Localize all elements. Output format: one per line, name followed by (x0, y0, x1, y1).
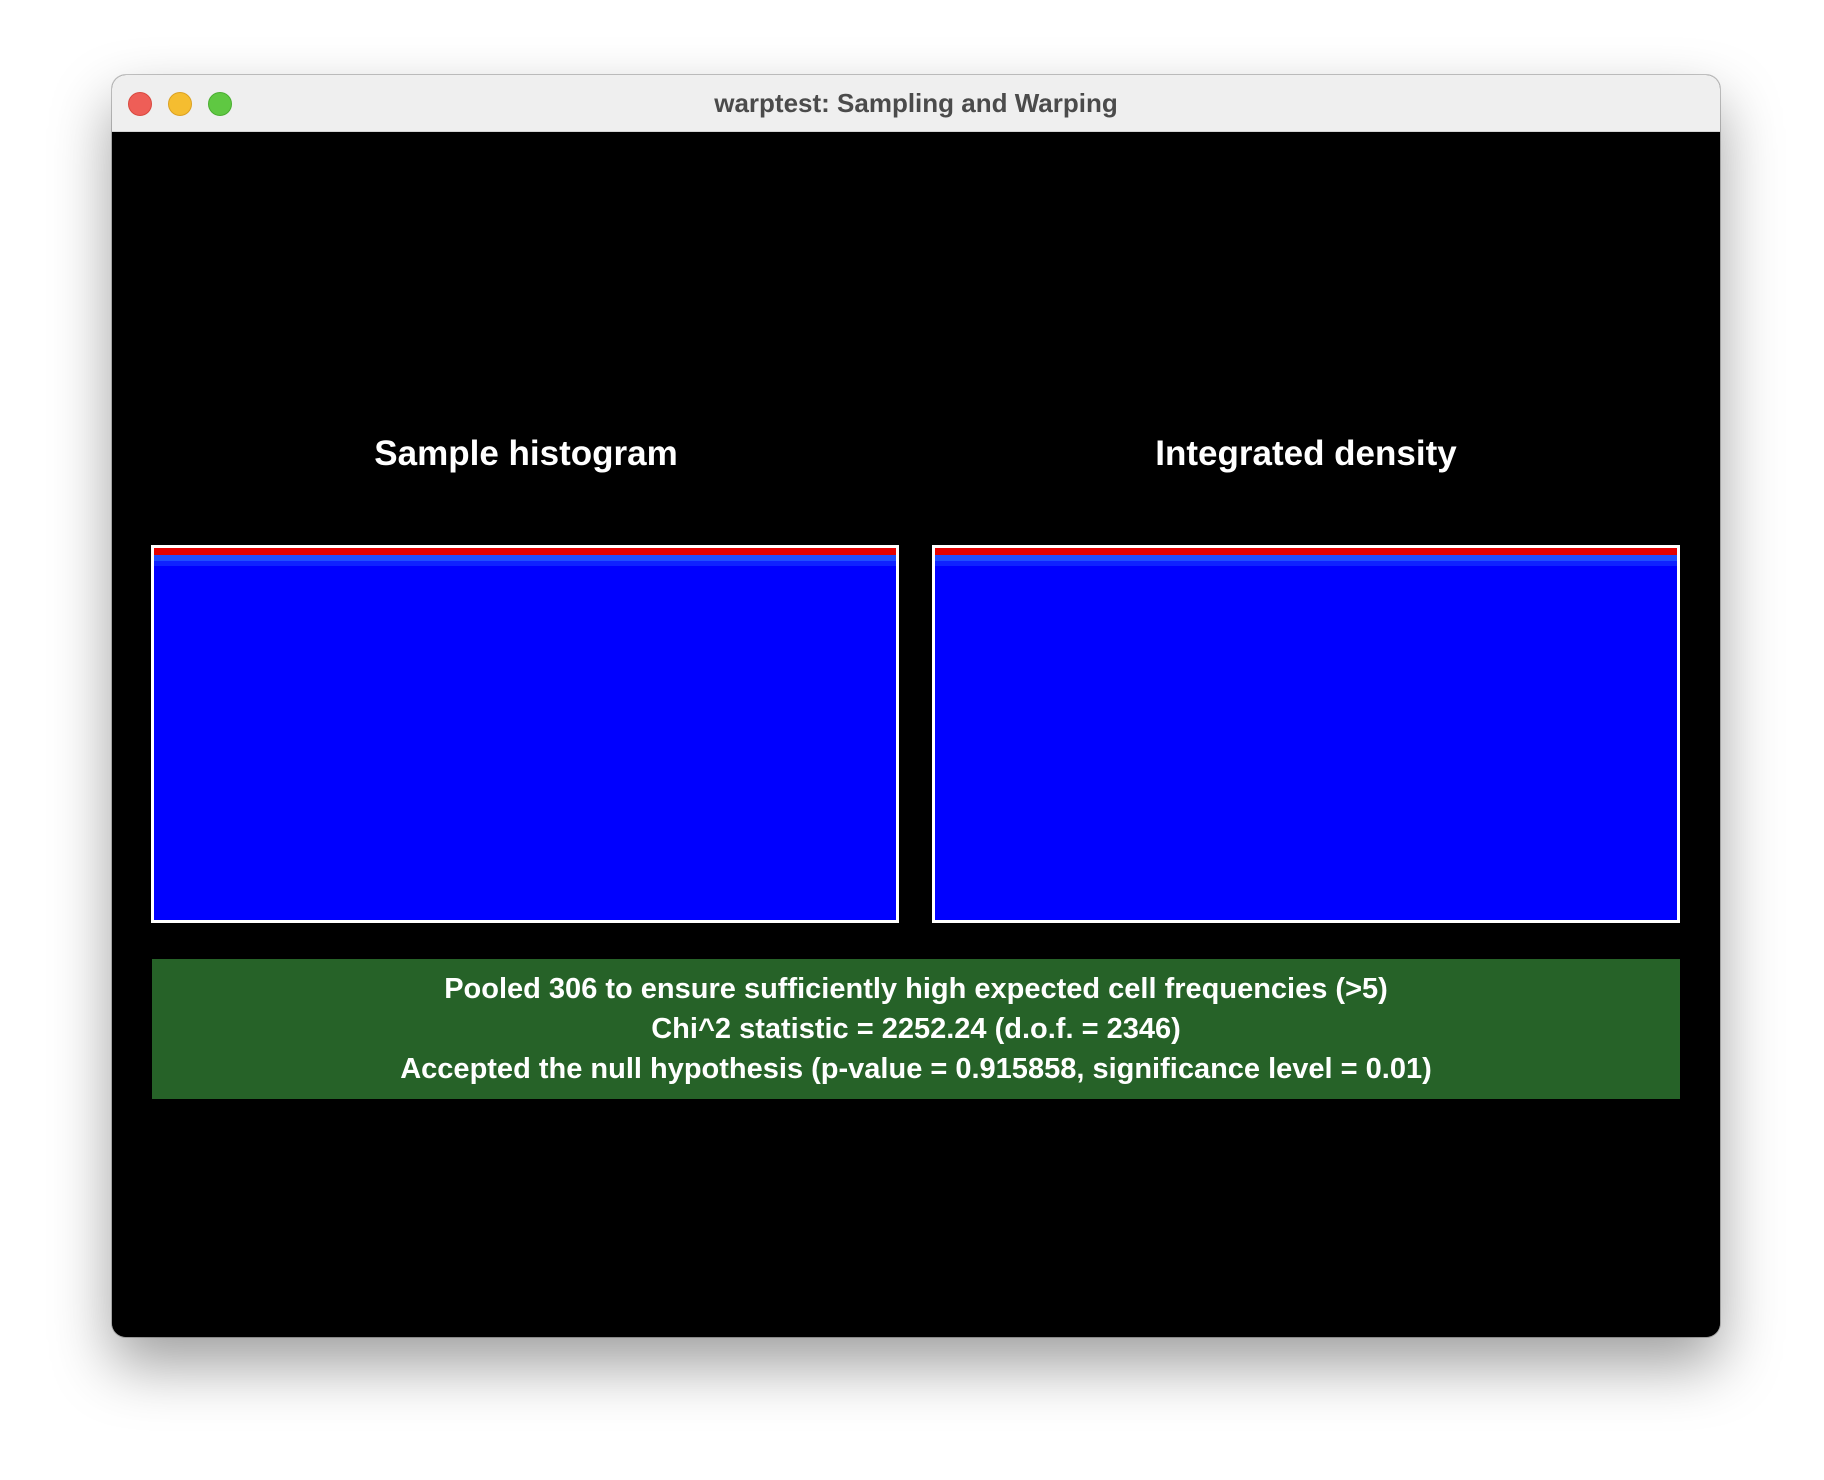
test-result-panel: Pooled 306 to ensure sufficiently high e… (152, 959, 1680, 1099)
canvas-area: Sample histogram Integrated density Pool… (112, 132, 1720, 1337)
hypothesis-result-text: Accepted the null hypothesis (p-value = … (400, 1053, 1432, 1085)
density-gradient-band (935, 561, 1677, 566)
density-top-band (935, 548, 1677, 555)
app-window: warptest: Sampling and Warping Sample hi… (112, 75, 1720, 1337)
sample-histogram-title: Sample histogram (374, 434, 678, 473)
integrated-density-plot (932, 545, 1680, 923)
histogram-gradient-band (154, 561, 896, 566)
histogram-top-band (154, 548, 896, 555)
sample-histogram-plot (151, 545, 899, 923)
title-bar[interactable]: warptest: Sampling and Warping (112, 75, 1720, 132)
window-title: warptest: Sampling and Warping (714, 88, 1118, 118)
pooled-cells-text: Pooled 306 to ensure sufficiently high e… (444, 973, 1388, 1005)
chi-square-statistic-text: Chi^2 statistic = 2252.24 (d.o.f. = 2346… (651, 1013, 1181, 1045)
integrated-density-title: Integrated density (1155, 434, 1457, 473)
